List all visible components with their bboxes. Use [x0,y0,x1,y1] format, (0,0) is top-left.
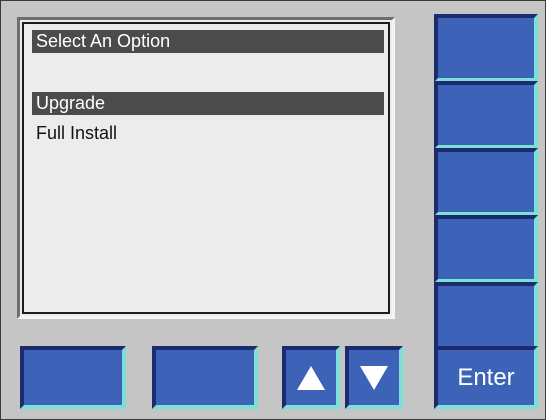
enter-button[interactable]: Enter [434,346,538,409]
display-inner: Select An Option Upgrade Full Install [22,22,390,314]
device-panel: Select An Option Upgrade Full Install En… [0,0,546,420]
up-arrow-icon [297,365,325,390]
display-screen: Select An Option Upgrade Full Install [17,17,395,319]
option-upgrade[interactable]: Upgrade [32,92,384,115]
soft-key-3[interactable] [434,148,538,216]
soft-key-2[interactable] [434,81,538,149]
bottom-soft-key-2[interactable] [152,346,258,409]
soft-key-5[interactable] [434,282,538,350]
soft-key-1[interactable] [434,14,538,82]
screen-title: Select An Option [32,30,384,53]
up-arrow-button[interactable] [282,346,340,409]
option-full-install[interactable]: Full Install [32,122,384,145]
down-arrow-icon [360,365,388,390]
soft-key-4[interactable] [434,215,538,283]
down-arrow-button[interactable] [345,346,403,409]
bottom-soft-key-1[interactable] [20,346,126,409]
